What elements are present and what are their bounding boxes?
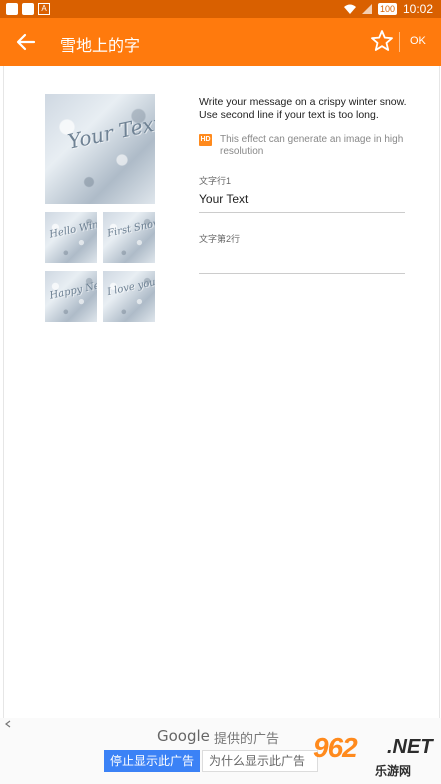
thumbnail-text: I love you bbox=[106, 277, 155, 299]
wifi-icon bbox=[343, 4, 356, 14]
page-title: 雪地上的字 bbox=[60, 38, 141, 55]
effect-description: Write your message on a crispy winter sn… bbox=[199, 96, 407, 121]
ad-banner: Google 提供的广告 停止显示此广告 为什么显示此广告 962 .NET 乐… bbox=[0, 718, 441, 784]
why-this-ad-button[interactable]: 为什么显示此广告 bbox=[202, 750, 318, 772]
ad-provided-label: 提供的广告 bbox=[214, 731, 280, 746]
content-panel: Your Text Hello Winter First Snow Happy … bbox=[3, 66, 440, 718]
hd-note: This effect can generate an image in hig… bbox=[220, 134, 404, 157]
main-preview-thumbnail[interactable]: Your Text bbox=[45, 94, 155, 204]
ad-back-icon[interactable] bbox=[4, 720, 12, 731]
back-button[interactable] bbox=[10, 26, 42, 58]
effect-thumbnail[interactable]: Happy New Year bbox=[45, 271, 97, 322]
text-line-2-input[interactable] bbox=[199, 253, 405, 274]
watermark-subtitle: 乐游网 bbox=[375, 764, 412, 778]
text-line-1-input[interactable]: Your Text bbox=[199, 192, 405, 213]
thumbnail-text: First Snow bbox=[106, 217, 155, 240]
watermark-logo: 962 .NET 乐游网 bbox=[305, 732, 435, 778]
toolbar-divider bbox=[399, 32, 400, 52]
thumbnail-text: Happy New Year bbox=[48, 273, 97, 302]
text-line-2-label: 文字第2行 bbox=[199, 234, 241, 244]
effect-thumbnail[interactable]: First Snow bbox=[103, 212, 155, 263]
notification-icon bbox=[6, 3, 18, 15]
status-bar: A 100 10:02 bbox=[0, 0, 441, 18]
app-bar: 雪地上的字 OK bbox=[0, 18, 441, 66]
status-time: 10:02 bbox=[402, 2, 433, 16]
watermark-number: 962 bbox=[313, 732, 358, 763]
thumbnail-text: Your Text bbox=[65, 110, 155, 154]
watermark-net: .NET bbox=[387, 736, 433, 758]
ok-button[interactable]: OK bbox=[410, 35, 426, 47]
thumbnail-text: Hello Winter bbox=[48, 216, 97, 241]
effect-thumbnail[interactable]: I love you bbox=[103, 271, 155, 322]
back-arrow-icon bbox=[16, 33, 36, 51]
star-icon bbox=[371, 30, 393, 51]
effect-thumbnail[interactable]: Hello Winter bbox=[45, 212, 97, 263]
hd-icon: HD bbox=[199, 134, 212, 146]
google-logo: Google bbox=[157, 727, 210, 745]
app-notification-icon: A bbox=[38, 3, 50, 15]
signal-icon bbox=[361, 4, 372, 14]
stop-ad-button[interactable]: 停止显示此广告 bbox=[104, 750, 200, 772]
favorite-button[interactable] bbox=[369, 28, 395, 54]
notification-icon-2 bbox=[22, 3, 34, 15]
battery-icon: 100 bbox=[377, 3, 397, 15]
text-line-1-label: 文字行1 bbox=[199, 176, 232, 186]
